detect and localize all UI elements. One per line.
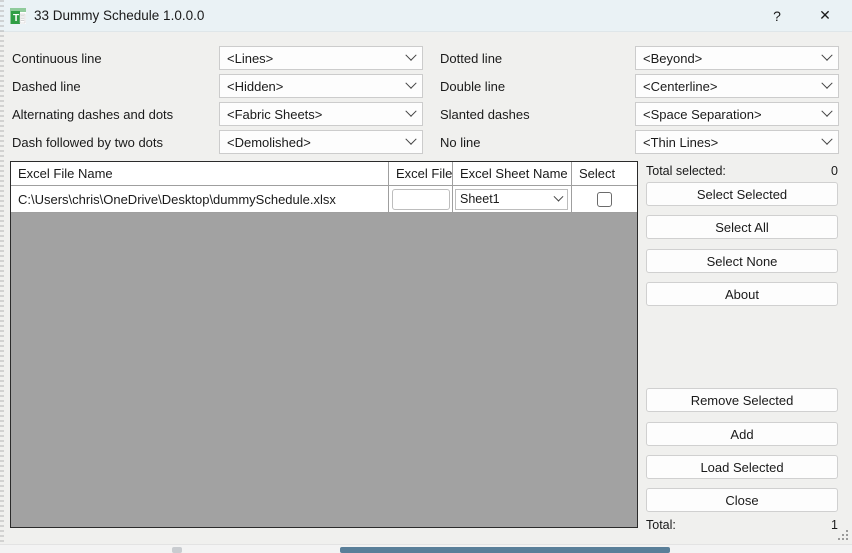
label-alternating-dashes-and-dots: Alternating dashes and dots — [12, 107, 174, 122]
total-label: Total: — [646, 518, 676, 532]
combo-continuous-line-value: <Lines> — [227, 50, 274, 66]
cell-select — [572, 186, 637, 213]
label-slanted-dashes: Slanted dashes — [440, 107, 530, 122]
table-row[interactable]: C:\Users\chris\OneDrive\Desktop\dummySch… — [11, 186, 637, 213]
load-selected-button[interactable]: Load Selected — [646, 455, 838, 479]
svg-text:T: T — [13, 13, 19, 24]
label-dashed-line: Dashed line — [12, 79, 81, 94]
chevron-down-icon — [400, 105, 422, 118]
total-selected-label: Total selected: — [646, 164, 726, 178]
chevron-down-icon — [816, 105, 838, 118]
column-header-select[interactable]: Select — [572, 162, 637, 186]
cell-excel-sheet-name: Sheet1 — [453, 186, 572, 213]
combo-no-line-value: <Thin Lines> — [643, 134, 719, 150]
taskbar-item[interactable] — [172, 547, 182, 553]
add-button[interactable]: Add — [646, 422, 838, 446]
chevron-down-icon — [400, 133, 422, 146]
actions-panel: Total selected: 0 Select Selected Select… — [646, 161, 838, 536]
combo-double-line[interactable]: <Centerline> — [635, 74, 839, 98]
taskbar-active-item[interactable] — [340, 547, 670, 553]
about-button[interactable]: About — [646, 282, 838, 306]
cell-excel-file — [389, 186, 453, 213]
help-button[interactable]: ? — [754, 0, 800, 31]
combo-dash-followed-by-two-dots[interactable]: <Demolished> — [219, 130, 423, 154]
chevron-down-icon — [400, 77, 422, 90]
combo-alternating-dashes-and-dots[interactable]: <Fabric Sheets> — [219, 102, 423, 126]
row-select-checkbox[interactable] — [597, 191, 612, 207]
application-window: T 33 Dummy Schedule 1.0.0.0 ? ✕ Continuo… — [0, 0, 852, 544]
column-header-excel-file[interactable]: Excel File — [389, 162, 453, 186]
excel-file-input[interactable] — [391, 188, 450, 210]
window-title: 33 Dummy Schedule 1.0.0.0 — [34, 8, 205, 23]
sheet-name-combo[interactable]: Sheet1 — [455, 188, 568, 210]
remove-selected-button[interactable]: Remove Selected — [646, 388, 838, 412]
label-continuous-line: Continuous line — [12, 51, 102, 66]
resize-grip[interactable] — [837, 529, 849, 541]
combo-double-line-value: <Centerline> — [643, 78, 718, 94]
combo-slanted-dashes[interactable]: <Space Separation> — [635, 102, 839, 126]
column-header-excel-file-name[interactable]: Excel File Name — [11, 162, 389, 186]
close-window-button[interactable]: ✕ — [802, 0, 848, 31]
chevron-down-icon — [816, 77, 838, 90]
combo-dash-followed-by-two-dots-value: <Demolished> — [227, 134, 311, 150]
sheet-name-value: Sheet1 — [460, 192, 500, 206]
question-mark-icon: ? — [773, 7, 781, 24]
close-icon: ✕ — [819, 7, 831, 23]
label-dash-followed-by-two-dots: Dash followed by two dots — [12, 135, 164, 150]
column-header-excel-sheet-name[interactable]: Excel Sheet Name — [453, 162, 572, 186]
excel-files-grid[interactable]: Excel File Name Excel File Excel Sheet N… — [10, 161, 638, 528]
grid-header-row: Excel File Name Excel File Excel Sheet N… — [11, 162, 637, 186]
excel-sheet-icon: T — [9, 7, 27, 25]
combo-dashed-line[interactable]: <Hidden> — [219, 74, 423, 98]
select-all-button[interactable]: Select All — [646, 215, 838, 239]
label-dotted-line: Dotted line — [440, 51, 503, 66]
total-selected-value: 0 — [831, 164, 838, 178]
combo-alternating-dashes-and-dots-value: <Fabric Sheets> — [227, 106, 323, 122]
window-left-edge — [0, 0, 4, 544]
close-button[interactable]: Close — [646, 488, 838, 512]
chevron-down-icon — [400, 49, 422, 62]
combo-slanted-dashes-value: <Space Separation> — [643, 106, 762, 122]
title-bar[interactable]: T 33 Dummy Schedule 1.0.0.0 ? ✕ — [0, 0, 852, 32]
cell-excel-file-name[interactable]: C:\Users\chris\OneDrive\Desktop\dummySch… — [11, 186, 389, 213]
combo-continuous-line[interactable]: <Lines> — [219, 46, 423, 70]
chevron-down-icon — [816, 133, 838, 146]
combo-dotted-line-value: <Beyond> — [643, 50, 703, 66]
label-double-line: Double line — [440, 79, 506, 94]
chevron-down-icon — [549, 191, 567, 203]
combo-no-line[interactable]: <Thin Lines> — [635, 130, 839, 154]
label-no-line: No line — [440, 135, 481, 150]
select-none-button[interactable]: Select None — [646, 249, 838, 273]
select-selected-button[interactable]: Select Selected — [646, 182, 838, 206]
combo-dotted-line[interactable]: <Beyond> — [635, 46, 839, 70]
combo-dashed-line-value: <Hidden> — [227, 78, 284, 94]
chevron-down-icon — [816, 49, 838, 62]
